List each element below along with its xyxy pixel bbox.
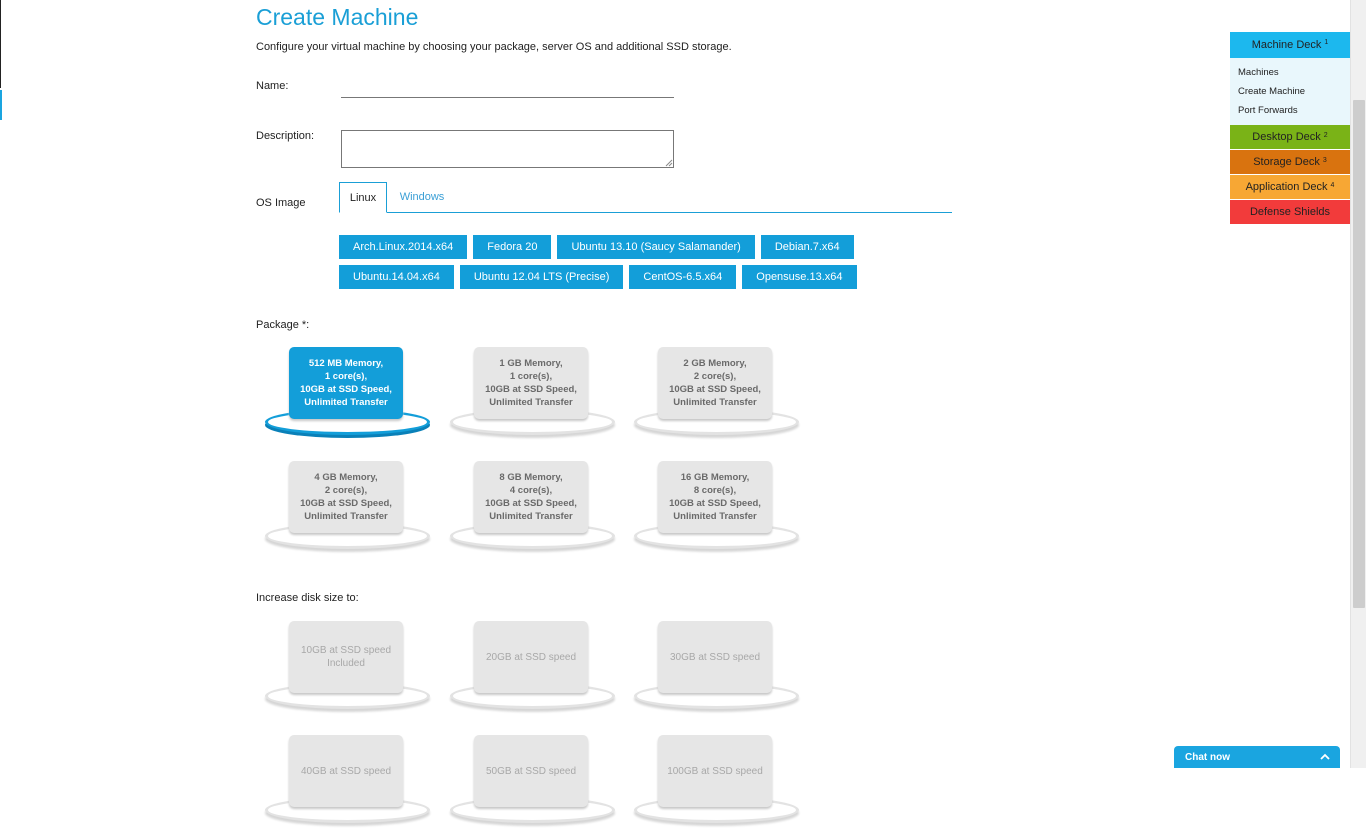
disk-option[interactable]: 100GB at SSD speed — [628, 735, 799, 835]
description-label: Description: — [256, 130, 315, 142]
os-tabs: Linux Windows — [339, 182, 952, 213]
window-edge-dark — [0, 0, 1, 88]
name-label: Name: — [256, 80, 289, 92]
package-label: Package *: — [256, 319, 310, 331]
package-option[interactable]: 4 GB Memory, 2 core(s), 10GB at SSD Spee… — [259, 461, 430, 561]
package-option[interactable]: 1 GB Memory, 1 core(s), 10GB at SSD Spee… — [444, 347, 615, 447]
disk-option[interactable]: 40GB at SSD speed — [259, 735, 430, 835]
sidebar-item-label: Application Deck — [1245, 181, 1328, 193]
deck-number: 1 — [1324, 39, 1329, 46]
chat-now-button[interactable]: Chat now — [1174, 746, 1340, 768]
package-option[interactable]: 512 MB Memory, 1 core(s), 10GB at SSD Sp… — [259, 347, 430, 447]
window-edge — [0, 0, 2, 120]
os-image-button[interactable]: Fedora 20 — [473, 235, 552, 259]
sidebar-item-desktop-deck[interactable]: Desktop Deck 2 — [1230, 125, 1350, 150]
os-image-button[interactable]: Ubuntu.14.04.x64 — [339, 265, 454, 289]
disk-card: 30GB at SSD speed — [658, 621, 772, 693]
chevron-up-icon — [1320, 746, 1330, 770]
tab-windows[interactable]: Windows — [387, 182, 457, 213]
disk-size-label: Increase disk size to: — [256, 592, 359, 604]
description-textarea[interactable] — [341, 130, 674, 168]
disk-card: 10GB at SSD speed Included — [289, 621, 403, 693]
package-card: 8 GB Memory, 4 core(s), 10GB at SSD Spee… — [474, 461, 588, 533]
os-image-button[interactable]: Ubuntu 12.04 LTS (Precise) — [459, 265, 624, 289]
sidebar-item-label: Desktop Deck — [1252, 131, 1321, 143]
package-option[interactable]: 16 GB Memory, 8 core(s), 10GB at SSD Spe… — [628, 461, 799, 561]
disk-card: 50GB at SSD speed — [474, 735, 588, 807]
sidebar-item-application-deck[interactable]: Application Deck 4 — [1230, 175, 1350, 200]
os-image-row-2: Ubuntu.14.04.x64 Ubuntu 12.04 LTS (Preci… — [339, 265, 857, 289]
os-image-row-1: Arch.Linux.2014.x64 Fedora 20 Ubuntu 13.… — [339, 235, 854, 259]
sidebar-item-machine-deck[interactable]: Machine Deck 1 — [1230, 32, 1350, 58]
disk-option[interactable]: 20GB at SSD speed — [444, 621, 615, 721]
os-image-label: OS Image — [256, 197, 306, 209]
os-image-button[interactable]: Arch.Linux.2014.x64 — [339, 235, 468, 259]
window-edge-accent — [0, 90, 2, 120]
package-option[interactable]: 2 GB Memory, 2 core(s), 10GB at SSD Spee… — [628, 347, 799, 447]
sidebar-item-label: Defense Shields — [1249, 206, 1331, 218]
disk-card: 100GB at SSD speed — [658, 735, 772, 807]
sidebar-link-create-machine[interactable]: Create Machine — [1238, 85, 1350, 104]
tab-linux[interactable]: Linux — [339, 182, 387, 213]
package-card: 2 GB Memory, 2 core(s), 10GB at SSD Spee… — [658, 347, 772, 419]
deck-number: 3 — [1322, 157, 1327, 164]
package-card: 512 MB Memory, 1 core(s), 10GB at SSD Sp… — [289, 347, 403, 419]
sidebar-item-storage-deck[interactable]: Storage Deck 3 — [1230, 150, 1350, 175]
page-title: Create Machine — [256, 4, 419, 30]
resize-grip-icon[interactable] — [664, 158, 673, 167]
sidebar-item-label: Machine Deck — [1251, 39, 1322, 51]
page-subtitle: Configure your virtual machine by choosi… — [256, 41, 732, 53]
deck-number: 4 — [1330, 182, 1335, 189]
sidebar-link-machines[interactable]: Machines — [1238, 66, 1350, 85]
os-image-button[interactable]: Opensuse.13.x64 — [742, 265, 857, 289]
name-input[interactable] — [341, 78, 674, 98]
package-card: 1 GB Memory, 1 core(s), 10GB at SSD Spee… — [474, 347, 588, 419]
sidebar-link-port-forwards[interactable]: Port Forwards — [1238, 104, 1350, 123]
chat-label: Chat now — [1185, 752, 1230, 763]
disk-option[interactable]: 30GB at SSD speed — [628, 621, 799, 721]
disk-option[interactable]: 50GB at SSD speed — [444, 735, 615, 835]
scrollbar-thumb[interactable] — [1353, 100, 1365, 608]
disk-option[interactable]: 10GB at SSD speed Included — [259, 621, 430, 721]
machine-deck-submenu: Machines Create Machine Port Forwards — [1230, 58, 1350, 125]
sidebar-item-defense-shields[interactable]: Defense Shields — [1230, 200, 1350, 225]
os-image-button[interactable]: Debian.7.x64 — [760, 235, 854, 259]
package-option[interactable]: 8 GB Memory, 4 core(s), 10GB at SSD Spee… — [444, 461, 615, 561]
os-image-button[interactable]: CentOS-6.5.x64 — [629, 265, 737, 289]
os-image-button[interactable]: Ubuntu 13.10 (Saucy Salamander) — [557, 235, 755, 259]
disk-card: 20GB at SSD speed — [474, 621, 588, 693]
package-card: 4 GB Memory, 2 core(s), 10GB at SSD Spee… — [289, 461, 403, 533]
vertical-scrollbar[interactable] — [1350, 0, 1366, 768]
deck-sidebar: Machine Deck 1 Machines Create Machine Po… — [1230, 32, 1350, 225]
deck-number: 2 — [1323, 132, 1328, 139]
disk-card: 40GB at SSD speed — [289, 735, 403, 807]
package-card: 16 GB Memory, 8 core(s), 10GB at SSD Spe… — [658, 461, 772, 533]
sidebar-item-label: Storage Deck — [1253, 156, 1320, 168]
